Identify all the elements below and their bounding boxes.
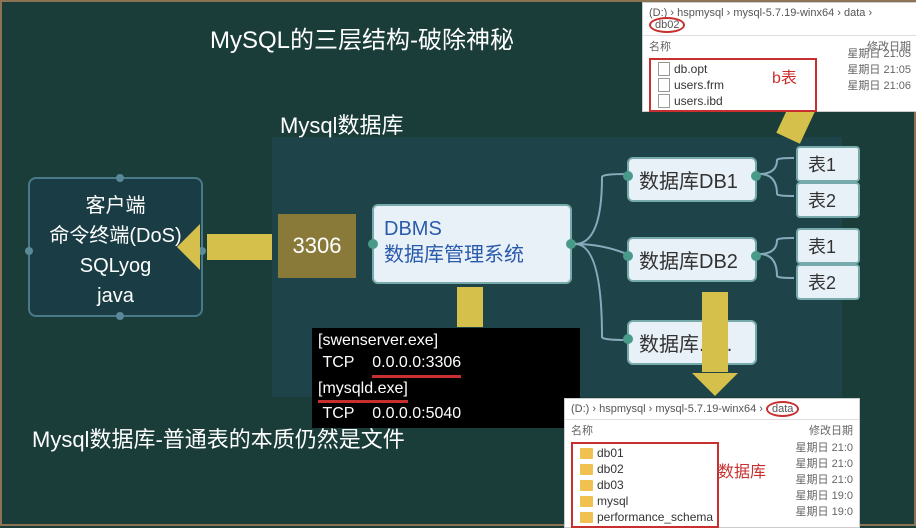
folder-icon <box>580 448 593 459</box>
netstat-line: TCP 0.0.0.0:3306 <box>318 352 574 377</box>
annotation-text: 数据库 <box>718 458 766 482</box>
folder-icon <box>580 496 593 507</box>
column-header[interactable]: 修改日期 <box>809 422 853 438</box>
folder-row[interactable]: db02 <box>574 461 716 477</box>
annotation-text: b表 <box>772 64 797 88</box>
client-line: SQLyog <box>36 251 195 281</box>
dbms-line: DBMS <box>384 216 560 242</box>
arrow-down-icon <box>702 292 728 372</box>
column-header[interactable]: 名称 <box>649 38 867 54</box>
file-icon <box>658 78 670 92</box>
dbms-node: DBMS 数据库管理系统 <box>372 204 572 284</box>
table-node: 表1 <box>796 228 860 264</box>
breadcrumb[interactable]: (D:) › hspmysql › mysql-5.7.19-winx64 › … <box>643 3 916 36</box>
database-node-3: 数据库...... <box>627 320 757 365</box>
table-node: 表1 <box>796 146 860 182</box>
table-node: 表2 <box>796 264 860 300</box>
file-explorer-bottom: (D:) › hspmysql › mysql-5.7.19-winx64 › … <box>564 398 860 528</box>
file-explorer-top: (D:) › hspmysql › mysql-5.7.19-winx64 › … <box>642 2 916 112</box>
database-node-2: 数据库DB2 <box>627 237 757 282</box>
netstat-line: [mysqld.exe] <box>318 378 574 403</box>
client-line: 客户端 <box>36 191 195 221</box>
file-row[interactable]: users.ibd <box>652 93 814 109</box>
table-node: 表2 <box>796 182 860 218</box>
mysql-area-label: Mysql数据库 <box>280 108 403 140</box>
folder-row[interactable]: db01 <box>574 445 716 461</box>
folder-row[interactable]: mysql <box>574 493 716 509</box>
breadcrumb[interactable]: (D:) › hspmysql › mysql-5.7.19-winx64 › … <box>565 399 859 420</box>
file-icon <box>658 94 670 108</box>
folder-row[interactable]: db03 <box>574 477 716 493</box>
dbms-line: 数据库管理系统 <box>384 242 560 268</box>
folder-icon <box>580 512 593 523</box>
folder-row[interactable]: performance_schema <box>574 509 716 525</box>
page-title: MySQL的三层结构-破除神秘 <box>210 20 514 55</box>
folder-icon <box>580 480 593 491</box>
netstat-line: TCP 0.0.0.0:5040 <box>318 403 574 425</box>
column-header[interactable]: 名称 <box>571 422 809 438</box>
port-node: 3306 <box>278 214 356 278</box>
database-node-1: 数据库DB1 <box>627 157 757 202</box>
bidirectional-arrow-icon <box>207 234 272 260</box>
file-icon <box>658 62 670 76</box>
client-line: java <box>36 281 195 311</box>
netstat-output: [swenserver.exe] TCP 0.0.0.0:3306 [mysql… <box>312 328 580 428</box>
netstat-line: [swenserver.exe] <box>318 330 574 352</box>
folder-icon <box>580 464 593 475</box>
client-line: 命令终端(DoS) <box>36 221 195 251</box>
arrow-down-icon <box>457 287 483 327</box>
